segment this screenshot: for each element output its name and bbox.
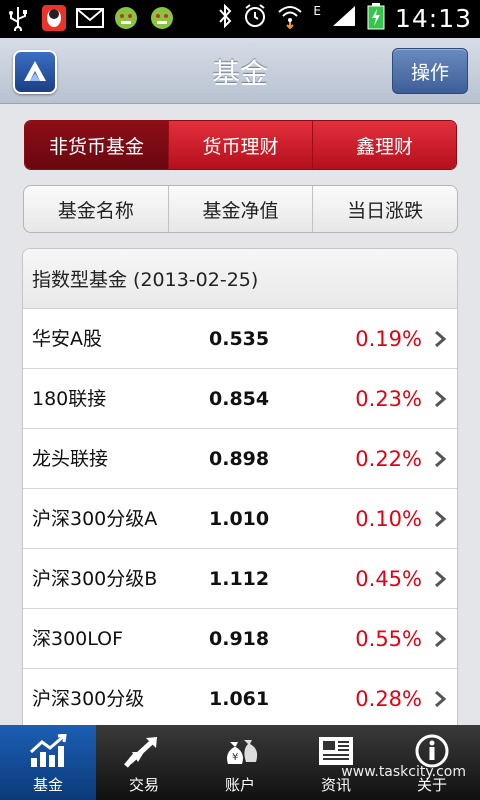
clock: 14:13 xyxy=(394,3,472,33)
fund-nav: 0.854 xyxy=(209,388,270,410)
status-bar: E 14:13 xyxy=(0,0,480,38)
signal-icon xyxy=(331,4,357,32)
list-item[interactable]: 180联接 0.854 0.23% xyxy=(23,369,457,429)
nav-fund[interactable]: 基金 xyxy=(0,725,96,800)
fund-name: 深300LOF xyxy=(32,628,124,650)
list-item[interactable]: 华安A股 0.535 0.19% xyxy=(23,309,457,369)
fund-nav: 0.535 xyxy=(209,328,270,350)
fund-nav: 1.061 xyxy=(209,688,270,710)
android-alert-icon xyxy=(148,3,176,33)
fund-name: 沪深300分级B xyxy=(32,568,158,590)
nav-trade[interactable]: 交易 xyxy=(96,725,192,800)
fund-name: 沪深300分级 xyxy=(32,688,145,710)
fund-name: 龙头联接 xyxy=(32,448,109,470)
exchange-arrows-icon xyxy=(124,737,157,768)
watermark: www.taskcity.com xyxy=(341,764,466,780)
newspaper-icon xyxy=(319,737,353,765)
fund-change: 0.28% xyxy=(355,687,422,711)
sort-by-fund-name[interactable]: 基金名称 xyxy=(24,186,168,232)
sort-header: 基金名称 基金净值 当日涨跌 xyxy=(23,185,458,233)
tab-xin-management[interactable]: 鑫理财 xyxy=(312,121,456,169)
list-item[interactable]: 沪深300分级 1.061 0.28% xyxy=(23,669,457,727)
list-item[interactable]: 深300LOF 0.918 0.55% xyxy=(23,609,457,669)
fund-nav: 1.112 xyxy=(209,568,270,590)
nav-trade-label: 交易 xyxy=(128,776,159,794)
android-alert-icon xyxy=(112,3,140,33)
list-item[interactable]: 龙头联接 0.898 0.22% xyxy=(23,429,457,489)
network-type-label: E xyxy=(313,4,321,18)
chevron-right-icon xyxy=(435,630,447,648)
chevron-right-icon xyxy=(435,570,447,588)
svg-text:¥: ¥ xyxy=(232,752,238,763)
fund-type-tabs: 非货币基金 货币理财 鑫理财 xyxy=(24,120,457,170)
info-icon xyxy=(415,734,449,768)
fund-change: 0.55% xyxy=(355,627,422,651)
nav-news[interactable]: 资讯 xyxy=(288,725,384,800)
mail-icon xyxy=(76,3,104,33)
nav-fund-label: 基金 xyxy=(32,776,63,794)
qq-icon xyxy=(40,3,68,33)
title-bar: 基金 操作 xyxy=(0,38,480,104)
chevron-right-icon xyxy=(435,450,447,468)
action-button[interactable]: 操作 xyxy=(392,48,468,94)
sort-by-fund-nav[interactable]: 基金净值 xyxy=(167,186,313,232)
fund-change: 0.22% xyxy=(355,447,422,471)
fund-name: 华安A股 xyxy=(32,328,102,350)
nav-account[interactable]: ¥ 账户 xyxy=(192,725,288,800)
list-item[interactable]: 沪深300分级B 1.112 0.45% xyxy=(23,549,457,609)
chevron-right-icon xyxy=(435,690,447,708)
fund-list: 指数型基金 (2013-02-25) 华安A股 0.535 0.19% 180联… xyxy=(22,248,458,728)
fund-nav: 0.898 xyxy=(209,448,270,470)
bluetooth-icon xyxy=(217,3,233,33)
chevron-right-icon xyxy=(435,390,447,408)
fund-change: 0.23% xyxy=(355,387,422,411)
list-item[interactable]: 沪深300分级A 1.010 0.10% xyxy=(23,489,457,549)
fund-name: 沪深300分级A xyxy=(32,508,158,530)
nav-account-label: 账户 xyxy=(224,776,255,794)
fund-nav: 1.010 xyxy=(209,508,270,530)
fund-change: 0.19% xyxy=(355,327,422,351)
wifi-icon xyxy=(277,3,303,33)
fund-name: 180联接 xyxy=(32,388,107,410)
nav-about[interactable]: 关于 xyxy=(384,725,480,800)
alarm-icon xyxy=(243,3,267,33)
fund-nav: 0.918 xyxy=(209,628,270,650)
battery-charging-icon xyxy=(367,2,385,34)
fund-change: 0.10% xyxy=(355,507,422,531)
chart-up-icon xyxy=(29,734,67,767)
chevron-right-icon xyxy=(435,510,447,528)
tab-non-money-fund[interactable]: 非货币基金 xyxy=(25,121,168,169)
fund-change: 0.45% xyxy=(355,567,422,591)
group-header: 指数型基金 (2013-02-25) xyxy=(23,249,457,309)
tab-money-management[interactable]: 货币理财 xyxy=(168,121,312,169)
money-bag-icon: ¥ xyxy=(227,740,258,764)
usb-icon xyxy=(4,3,32,33)
sort-by-daily-change[interactable]: 当日涨跌 xyxy=(312,186,457,232)
bottom-nav: 基金 交易 ¥ 账户 资讯 关于 xyxy=(0,725,480,800)
chevron-right-icon xyxy=(435,330,447,348)
